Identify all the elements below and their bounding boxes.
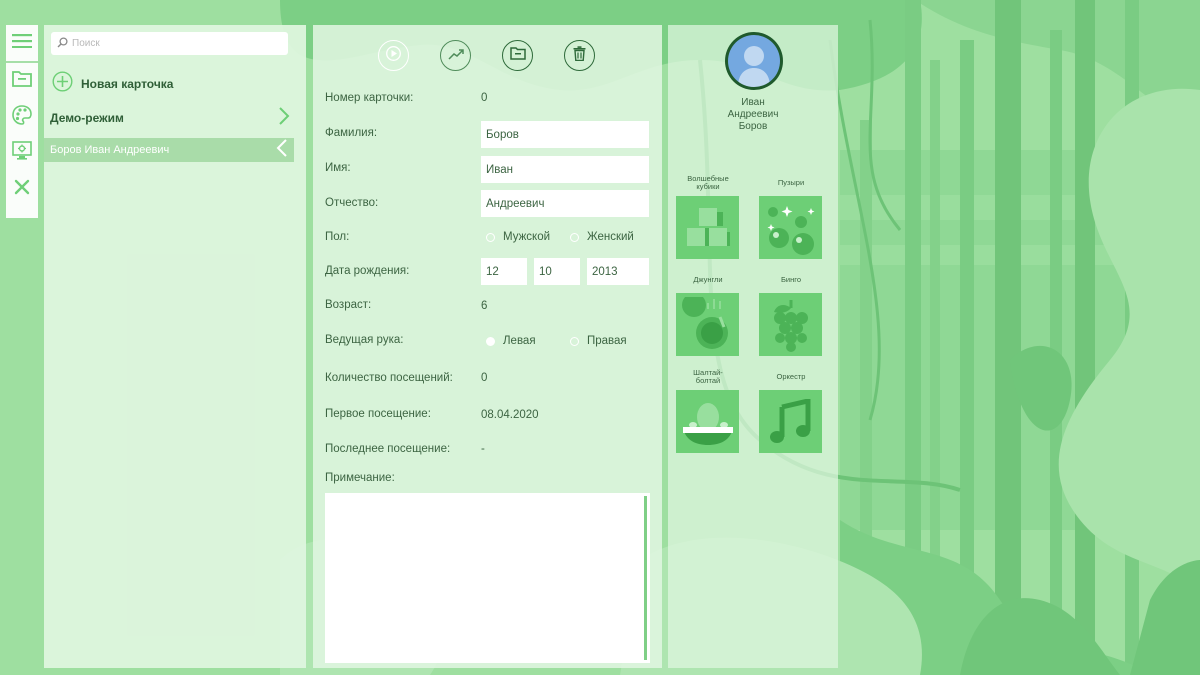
last-visit-value: - [481,443,485,455]
play-icon [386,45,401,66]
close-icon [14,179,30,200]
game-title: Шалтай- болтай [693,368,723,385]
sex-male-radio[interactable]: Мужской [486,231,550,243]
new-card-button[interactable]: Новая карточка [52,71,174,97]
trash-icon [573,45,586,66]
menu-button[interactable] [6,25,38,61]
search-box[interactable] [51,32,288,55]
game-title: Оркестр [776,372,806,381]
statistics-button[interactable] [440,40,471,71]
chart-icon [447,47,464,65]
card-number-value: 0 [481,92,488,104]
coconut-icon [676,293,739,356]
radio-male[interactable] [486,232,495,242]
note-textarea[interactable] [325,493,650,663]
user-avatar-icon [728,35,780,87]
birth-year-field[interactable] [587,258,649,285]
note-label: Примечание: [325,472,395,484]
radio-female[interactable] [570,232,579,242]
demo-mode-label: Демо-режим [50,111,124,125]
first-visit-value: 08.04.2020 [481,409,539,421]
chevron-right-icon [278,106,290,130]
music-note-icon [759,390,822,453]
sex-female-label: Женский [587,231,634,243]
radio-left[interactable] [486,336,495,346]
card-actions [378,40,626,72]
delete-card-button[interactable] [564,40,595,71]
side-toolbar [6,25,38,218]
palette-icon [12,104,32,130]
egg-nest-icon [676,390,739,453]
surname-label: Фамилия: [325,127,378,139]
birth-month-field[interactable] [534,258,580,285]
save-card-button[interactable] [502,40,533,71]
profile-first-name: Иван [741,97,765,108]
radio-right[interactable] [570,336,579,346]
game-title: Пузыри [777,178,805,187]
age-value: 6 [481,300,488,312]
visits-value: 0 [481,372,488,384]
chevron-left-icon [276,138,288,162]
cubes-icon [676,196,739,259]
game-title: Волшебные кубики [687,174,729,191]
first-name-label: Имя: [325,162,351,174]
first-name-field[interactable] [481,156,649,183]
bubbles-icon [759,196,822,259]
cards-button[interactable] [6,63,38,99]
sex-label: Пол: [325,231,350,243]
start-session-button[interactable] [378,40,409,71]
note-scrollbar[interactable] [644,496,647,660]
menu-icon [12,33,32,53]
settings-button[interactable] [6,135,38,171]
birth-date-label: Дата рождения: [325,265,410,277]
birth-day-field[interactable] [481,258,527,285]
patronymic-field[interactable] [481,190,649,217]
profile-patronymic: Андреевич [727,109,779,120]
game-title: Бинго [781,275,801,284]
hand-left-label: Левая [503,335,536,347]
new-card-label: Новая карточка [81,77,174,91]
first-visit-label: Первое посещение: [325,408,431,420]
search-icon [57,35,68,53]
hand-left-radio[interactable]: Левая [486,335,536,347]
sex-female-radio[interactable]: Женский [570,231,634,243]
plus-circle-icon [52,71,73,97]
demo-mode-item[interactable]: Демо-режим [50,106,290,130]
hand-label: Ведущая рука: [325,334,404,346]
search-input[interactable] [72,38,272,49]
avatar [725,32,783,90]
games-panel: Иван Андреевич Боров Волшебные кубики Пу… [668,25,838,668]
patient-list-panel: Новая карточка Демо-режим Боров Иван Анд… [44,25,306,668]
folder-icon [12,70,32,92]
themes-button[interactable] [6,99,38,135]
grapes-icon [759,293,822,356]
patronymic-label: Отчество: [325,197,379,209]
hand-right-radio[interactable]: Правая [570,335,627,347]
patient-list-item[interactable]: Боров Иван Андреевич [44,138,294,162]
last-visit-label: Последнее посещение: [325,443,451,455]
patient-name: Боров Иван Андреевич [50,144,170,156]
surname-field[interactable] [481,121,649,148]
card-number-label: Номер карточки: [325,92,414,104]
profile-surname: Боров [738,121,768,132]
close-button[interactable] [6,171,38,207]
folder-icon [509,46,526,65]
monitor-settings-icon [12,141,32,165]
age-label: Возраст: [325,299,372,311]
visits-label: Количество посещений: [325,372,453,384]
hand-right-label: Правая [587,335,627,347]
patient-card-form: Номер карточки: 0 Фамилия: Имя: Отчество… [313,25,662,668]
game-title: Джунгли [693,275,723,284]
sex-male-label: Мужской [503,231,551,243]
